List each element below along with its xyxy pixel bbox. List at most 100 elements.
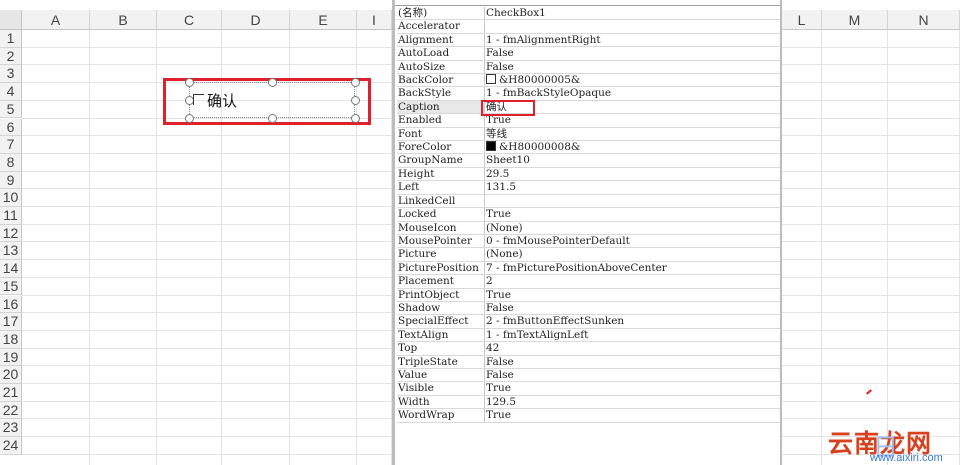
property-row[interactable]: (名称) CheckBox1: [397, 7, 780, 21]
property-row[interactable]: Width 129.5: [397, 395, 780, 410]
property-row[interactable]: Locked True: [397, 207, 780, 222]
resize-handle[interactable]: [351, 96, 360, 105]
property-value[interactable]: (None): [484, 247, 780, 262]
column-header[interactable]: D: [222, 10, 290, 30]
resize-handle[interactable]: [351, 114, 360, 123]
property-value[interactable]: False: [484, 355, 780, 369]
property-row[interactable]: SpecialEffect 2 - fmButtonEffectSunken: [397, 314, 780, 329]
property-row[interactable]: MouseIcon (None): [397, 221, 780, 235]
column-header[interactable]: N: [888, 10, 960, 30]
property-value[interactable]: 7 - fmPicturePositionAboveCenter: [484, 261, 780, 276]
property-row[interactable]: Value False: [397, 368, 780, 383]
column-header[interactable]: A: [22, 10, 90, 30]
resize-handle[interactable]: [268, 114, 277, 123]
row-header[interactable]: 21: [0, 384, 22, 402]
property-value[interactable]: 42: [484, 341, 780, 356]
row-header[interactable]: 24: [0, 437, 22, 455]
row-header[interactable]: 2: [0, 47, 22, 66]
property-row[interactable]: ForeColor &H80000008&: [397, 140, 780, 155]
row-header[interactable]: 10: [0, 189, 22, 207]
property-row[interactable]: Visible True: [397, 381, 780, 396]
property-row[interactable]: Placement 2: [397, 274, 780, 289]
property-value[interactable]: 0 - fmMousePointerDefault: [484, 234, 780, 249]
property-value[interactable]: 131.5: [484, 180, 780, 195]
property-value[interactable]: Sheet10: [484, 153, 780, 168]
row-header[interactable]: 22: [0, 401, 22, 420]
column-header[interactable]: C: [157, 10, 222, 30]
row-header[interactable]: 14: [0, 260, 22, 278]
checkbox-control[interactable]: 确认: [185, 78, 360, 123]
row-header[interactable]: 6: [0, 118, 22, 137]
property-value[interactable]: 2 - fmButtonEffectSunken: [484, 314, 780, 329]
property-row[interactable]: AutoLoad False: [397, 46, 780, 61]
property-value[interactable]: 2: [484, 274, 780, 289]
property-row[interactable]: Alignment 1 - fmAlignmentRight: [397, 33, 780, 48]
property-value[interactable]: True: [484, 207, 780, 222]
row-header[interactable]: 7: [0, 136, 22, 154]
property-row[interactable]: WordWrap True: [397, 408, 780, 423]
property-row[interactable]: MousePointer 0 - fmMousePointerDefault: [397, 234, 780, 249]
property-value[interactable]: False: [484, 368, 780, 383]
property-value[interactable]: False: [484, 46, 780, 61]
property-row[interactable]: GroupName Sheet10: [397, 153, 780, 168]
property-row[interactable]: TripleState False: [397, 355, 780, 369]
row-header[interactable]: 15: [0, 277, 22, 296]
property-row[interactable]: BackStyle 1 - fmBackStyleOpaque: [397, 86, 780, 101]
property-row[interactable]: Top 42: [397, 341, 780, 356]
property-value[interactable]: CheckBox1: [484, 7, 780, 21]
row-header[interactable]: 16: [0, 295, 22, 314]
property-value[interactable]: [484, 19, 780, 34]
column-header[interactable]: E: [290, 10, 357, 30]
resize-handle[interactable]: [351, 78, 360, 87]
row-header[interactable]: 13: [0, 242, 22, 261]
property-value[interactable]: 等线: [484, 127, 780, 142]
property-value[interactable]: &H80000008&: [484, 140, 780, 155]
property-value[interactable]: (None): [484, 221, 780, 235]
property-row[interactable]: BackColor &H80000005&: [397, 73, 780, 88]
row-header[interactable]: 4: [0, 83, 22, 101]
resize-handle[interactable]: [268, 78, 277, 87]
row-header[interactable]: 18: [0, 330, 22, 349]
checkbox-icon[interactable]: [193, 94, 204, 105]
property-value[interactable]: 1 - fmAlignmentRight: [484, 33, 780, 48]
row-header[interactable]: 8: [0, 153, 22, 172]
property-value[interactable]: &H80000005&: [484, 73, 780, 88]
row-header[interactable]: 3: [0, 65, 22, 84]
property-row[interactable]: Height 29.5: [397, 167, 780, 182]
column-header[interactable]: B: [90, 10, 157, 30]
row-header[interactable]: 19: [0, 348, 22, 367]
column-header[interactable]: I: [357, 10, 392, 30]
select-all-corner[interactable]: [0, 10, 22, 30]
property-value[interactable]: True: [484, 408, 780, 423]
column-header[interactable]: L: [782, 10, 822, 30]
property-value[interactable]: 1 - fmTextAlignLeft: [484, 328, 780, 343]
property-value[interactable]: 29.5: [484, 167, 780, 182]
property-row[interactable]: Accelerator: [397, 19, 780, 34]
property-value[interactable]: False: [484, 301, 780, 316]
resize-handle[interactable]: [185, 78, 194, 87]
row-header[interactable]: 5: [0, 100, 22, 119]
row-header[interactable]: 11: [0, 207, 22, 225]
row-header[interactable]: 9: [0, 171, 22, 190]
row-header[interactable]: 1: [0, 30, 22, 48]
property-row[interactable]: Picture (None): [397, 247, 780, 262]
property-value[interactable]: [484, 194, 780, 209]
property-row[interactable]: Font 等线: [397, 127, 780, 142]
property-row[interactable]: Left 131.5: [397, 180, 780, 195]
row-header[interactable]: 17: [0, 313, 22, 331]
property-row[interactable]: Caption 确认: [397, 100, 780, 115]
property-value[interactable]: False: [484, 60, 780, 75]
property-value[interactable]: 129.5: [484, 395, 780, 410]
property-row[interactable]: Shadow False: [397, 301, 780, 316]
property-value[interactable]: True: [484, 381, 780, 396]
row-header[interactable]: 12: [0, 224, 22, 243]
property-row[interactable]: PicturePosition 7 - fmPicturePositionAbov…: [397, 261, 780, 276]
property-value[interactable]: 1 - fmBackStyleOpaque: [484, 86, 780, 101]
property-row[interactable]: PrintObject True: [397, 288, 780, 302]
property-row[interactable]: AutoSize False: [397, 60, 780, 75]
property-row[interactable]: TextAlign 1 - fmTextAlignLeft: [397, 328, 780, 343]
row-header[interactable]: 20: [0, 366, 22, 384]
resize-handle[interactable]: [185, 114, 194, 123]
property-row[interactable]: Enabled True: [397, 113, 780, 128]
column-header[interactable]: M: [822, 10, 888, 30]
